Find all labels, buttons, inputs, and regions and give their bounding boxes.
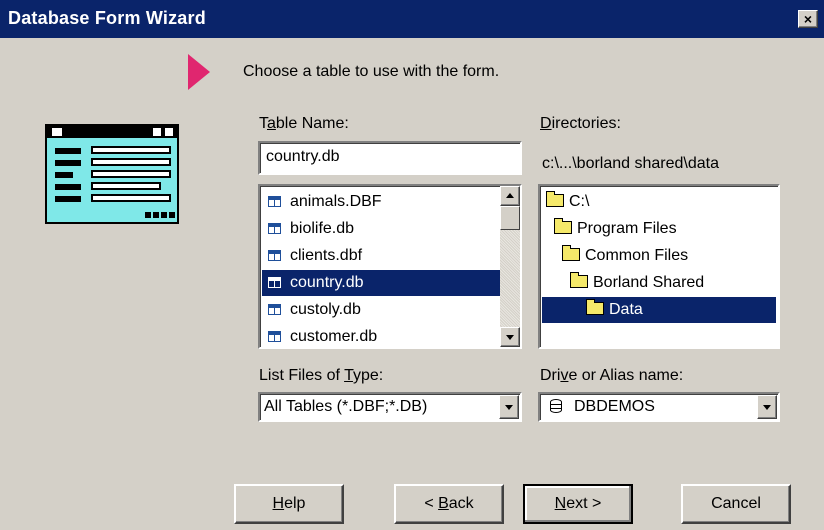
title-bar: Database Form Wizard ×: [0, 0, 824, 38]
instruction-text: Choose a table to use with the form.: [243, 63, 500, 80]
open-folder-icon: [570, 272, 588, 288]
pointer-arrow-icon: [188, 54, 210, 90]
dir-item-common-files[interactable]: Common Files: [558, 243, 694, 269]
table-file-list[interactable]: animals.DBF biolife.db clients.dbf count…: [258, 184, 522, 349]
table-name-input[interactable]: country.db: [258, 141, 522, 175]
back-button[interactable]: < Back: [394, 484, 504, 524]
arrow-up-icon: [506, 193, 514, 198]
scroll-thumb[interactable]: [500, 206, 520, 230]
file-type-select[interactable]: All Tables (*.DBF;*.DB): [258, 392, 522, 422]
next-button[interactable]: Next >: [523, 484, 633, 524]
table-name-label: Table Name:: [259, 115, 349, 132]
table-icon: [268, 331, 281, 342]
list-item[interactable]: animals.DBF: [262, 189, 500, 215]
list-item[interactable]: biolife.db: [262, 216, 500, 242]
open-folder-icon: [562, 245, 580, 261]
scroll-down-button[interactable]: [500, 327, 520, 347]
drive-dropdown-button[interactable]: [757, 395, 777, 419]
drive-alias-select[interactable]: DBDEMOS: [538, 392, 780, 422]
cancel-button[interactable]: Cancel: [681, 484, 791, 524]
current-path: c:\...\borland shared\data: [542, 155, 719, 172]
scroll-up-button[interactable]: [500, 186, 520, 206]
table-icon: [268, 304, 281, 315]
table-icon: [268, 196, 281, 207]
window-title: Database Form Wizard: [8, 8, 206, 28]
table-icon: [268, 250, 281, 261]
close-button[interactable]: ×: [798, 10, 818, 28]
chevron-down-icon: [763, 405, 771, 410]
list-item-selected[interactable]: country.db: [262, 270, 500, 296]
file-list-scrollbar[interactable]: [500, 186, 520, 347]
file-type-dropdown-button[interactable]: [499, 395, 519, 419]
open-folder-icon: [546, 191, 564, 207]
dir-item-borland-shared[interactable]: Borland Shared: [566, 270, 710, 296]
list-item[interactable]: clients.dbf: [262, 243, 500, 269]
arrow-down-icon: [506, 335, 514, 340]
file-type-value: All Tables (*.DBF;*.DB): [264, 398, 428, 415]
open-folder-icon: [554, 218, 572, 234]
open-folder-icon: [586, 299, 604, 315]
help-button[interactable]: Help: [234, 484, 344, 524]
directories-label: Directories:: [540, 115, 621, 132]
drive-alias-value: DBDEMOS: [574, 398, 655, 415]
table-icon: [268, 223, 281, 234]
form-illustration: [45, 124, 179, 224]
dir-item-c-root[interactable]: C:\: [542, 189, 595, 215]
drive-alias-label: Drive or Alias name:: [540, 367, 684, 384]
list-item[interactable]: custoly.db: [262, 297, 500, 323]
table-icon: [268, 277, 281, 288]
directory-tree[interactable]: C:\ Program Files Common Files Borland S…: [538, 184, 780, 349]
dir-item-data-selected[interactable]: Data: [542, 297, 776, 323]
chevron-down-icon: [505, 405, 513, 410]
file-type-label: List Files of Type:: [259, 367, 384, 384]
dir-item-program-files[interactable]: Program Files: [550, 216, 683, 242]
database-icon: [550, 399, 562, 413]
list-item[interactable]: customer.db: [262, 324, 500, 347]
